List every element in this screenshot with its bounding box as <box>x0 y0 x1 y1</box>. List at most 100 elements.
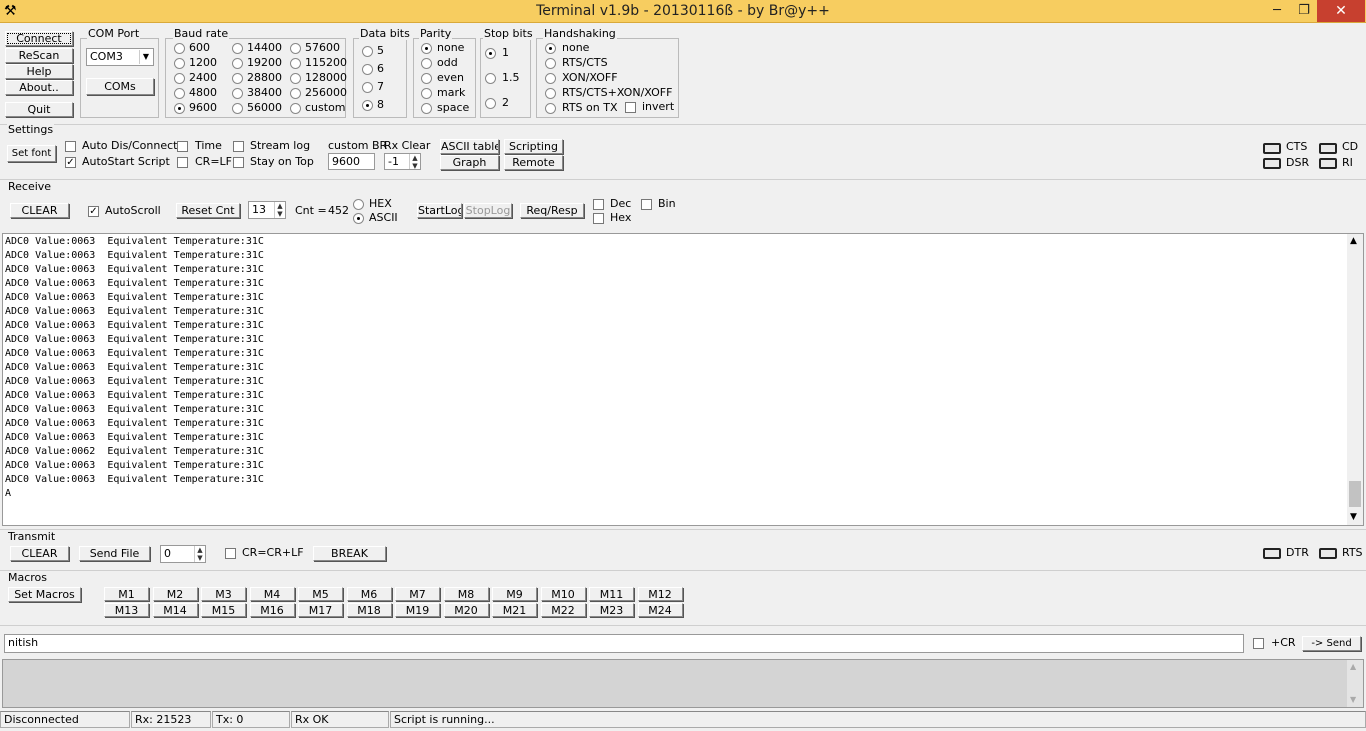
baud-radio-128000[interactable] <box>290 73 301 84</box>
ascii-table-button[interactable]: ASCII table <box>440 139 499 154</box>
break-button[interactable]: BREAK <box>313 546 386 561</box>
handshaking-radio-none[interactable] <box>545 43 556 54</box>
scroll-thumb[interactable] <box>1349 481 1361 507</box>
connect-button[interactable]: Connect <box>5 31 73 46</box>
macro-button-m1[interactable]: M1 <box>104 587 149 601</box>
send-button[interactable]: -> Send <box>1302 636 1361 651</box>
receive-scrollbar[interactable]: ▲ ▼ <box>1347 234 1363 525</box>
scripting-button[interactable]: Scripting <box>504 139 563 154</box>
com-port-select[interactable]: COM3 ▼ <box>86 48 154 66</box>
macro-button-m9[interactable]: M9 <box>492 587 537 601</box>
baud-radio-2400[interactable] <box>174 73 185 84</box>
restore-icon[interactable]: ❐ <box>1287 0 1321 22</box>
handshaking-radio-rts-cts[interactable] <box>545 58 556 69</box>
macro-button-m22[interactable]: M22 <box>540 603 586 617</box>
scroll-down-icon[interactable]: ▼ <box>1350 695 1356 704</box>
baud-radio-28800[interactable] <box>232 73 243 84</box>
startlog-button[interactable]: StartLog <box>417 203 462 218</box>
rescan-button[interactable]: ReScan <box>5 48 73 63</box>
parity-radio-odd[interactable] <box>421 58 432 69</box>
stop-bits-radio-2[interactable] <box>485 98 496 109</box>
stop-bits-radio-1[interactable] <box>485 48 496 59</box>
handshaking-radio-rts-cts-xon-xoff[interactable] <box>545 88 556 99</box>
macro-button-m5[interactable]: M5 <box>298 587 343 601</box>
baud-radio-14400[interactable] <box>232 43 243 54</box>
help-button[interactable]: Help <box>5 64 73 79</box>
macro-button-m23[interactable]: M23 <box>589 603 634 617</box>
macro-button-m3[interactable]: M3 <box>201 587 246 601</box>
req-resp-button[interactable]: Req/Resp <box>520 203 584 218</box>
macro-button-m7[interactable]: M7 <box>395 587 440 601</box>
cnt-spin-input[interactable]: 13 ▲ ▼ <box>248 201 286 219</box>
time-checkbox[interactable] <box>177 141 188 152</box>
handshaking-radio-xon-xoff[interactable] <box>545 73 556 84</box>
parity-radio-none[interactable] <box>421 43 432 54</box>
spin-arrows-icon[interactable]: ▲ ▼ <box>194 546 205 562</box>
macro-button-m16[interactable]: M16 <box>249 603 295 617</box>
macro-button-m14[interactable]: M14 <box>152 603 198 617</box>
macro-button-m13[interactable]: M13 <box>104 603 149 617</box>
macro-button-m15[interactable]: M15 <box>201 603 246 617</box>
rx-clear-input[interactable]: -1 ▲ ▼ <box>384 153 421 170</box>
macro-button-m4[interactable]: M4 <box>249 587 295 601</box>
auto-dis-connect-checkbox[interactable] <box>65 141 76 152</box>
macro-button-m24[interactable]: M24 <box>637 603 683 617</box>
reset-cnt-button[interactable]: Reset Cnt <box>176 203 240 218</box>
rts-led-icon[interactable] <box>1319 548 1337 559</box>
stoplog-button[interactable]: StopLog <box>464 203 512 218</box>
about-button[interactable]: About.. <box>5 80 73 95</box>
data-bits-radio-5[interactable] <box>362 46 373 57</box>
macro-button-m17[interactable]: M17 <box>298 603 343 617</box>
transmit-clear-button[interactable]: CLEAR <box>10 546 69 561</box>
parity-radio-space[interactable] <box>421 103 432 114</box>
macro-button-m11[interactable]: M11 <box>589 587 634 601</box>
set-font-button[interactable]: Set font <box>7 145 56 162</box>
data-bits-radio-7[interactable] <box>362 82 373 93</box>
quit-button[interactable]: Quit <box>5 102 73 117</box>
receive-text-area[interactable]: ADC0 Value:0063 Equivalent Temperature:3… <box>2 233 1364 526</box>
scroll-down-icon[interactable]: ▼ <box>1350 512 1357 522</box>
cr-crlf-checkbox[interactable] <box>225 548 236 559</box>
autostart-script-checkbox[interactable]: ✓ <box>65 157 76 168</box>
graph-button[interactable]: Graph <box>440 155 499 170</box>
baud-radio-56000[interactable] <box>232 103 243 114</box>
baud-radio-600[interactable] <box>174 43 185 54</box>
receive-clear-button[interactable]: CLEAR <box>10 203 69 218</box>
macro-button-m10[interactable]: M10 <box>540 587 586 601</box>
baud-radio-57600[interactable] <box>290 43 301 54</box>
scroll-up-icon[interactable]: ▲ <box>1350 662 1356 671</box>
baud-radio-custom[interactable] <box>290 103 301 114</box>
stop-bits-radio-1-5[interactable] <box>485 73 496 84</box>
send-input[interactable]: nitish <box>4 634 1244 653</box>
handshaking-radio-rts-on-tx[interactable] <box>545 103 556 114</box>
coms-button[interactable]: COMs <box>86 78 154 95</box>
parity-radio-mark[interactable] <box>421 88 432 99</box>
remote-button[interactable]: Remote <box>504 155 563 170</box>
baud-radio-19200[interactable] <box>232 58 243 69</box>
spin-arrows-icon[interactable]: ▲ ▼ <box>274 202 285 218</box>
macro-button-m12[interactable]: M12 <box>637 587 683 601</box>
baud-radio-1200[interactable] <box>174 58 185 69</box>
transmit-text-area[interactable]: ▲ ▼ <box>2 659 1364 708</box>
invert-checkbox[interactable] <box>625 102 636 113</box>
baud-radio-38400[interactable] <box>232 88 243 99</box>
ascii-radio[interactable] <box>353 213 364 224</box>
data-bits-radio-8[interactable] <box>362 100 373 111</box>
stream-log-checkbox[interactable] <box>233 141 244 152</box>
plus-cr-checkbox[interactable] <box>1253 638 1264 649</box>
parity-radio-even[interactable] <box>421 73 432 84</box>
macro-button-m8[interactable]: M8 <box>443 587 489 601</box>
spin-arrows-icon[interactable]: ▲ ▼ <box>409 154 420 169</box>
transmit-scrollbar[interactable]: ▲ ▼ <box>1347 660 1363 707</box>
hex-checkbox[interactable] <box>593 213 604 224</box>
macro-button-m20[interactable]: M20 <box>443 603 489 617</box>
baud-radio-256000[interactable] <box>290 88 301 99</box>
data-bits-radio-6[interactable] <box>362 64 373 75</box>
macro-button-m18[interactable]: M18 <box>346 603 392 617</box>
bin-checkbox[interactable] <box>641 199 652 210</box>
autoscroll-checkbox[interactable]: ✓ <box>88 206 99 217</box>
scroll-up-icon[interactable]: ▲ <box>1350 236 1357 246</box>
macro-button-m6[interactable]: M6 <box>346 587 392 601</box>
transmit-spin-input[interactable]: 0 ▲ ▼ <box>160 545 206 563</box>
send-file-button[interactable]: Send File <box>79 546 150 561</box>
